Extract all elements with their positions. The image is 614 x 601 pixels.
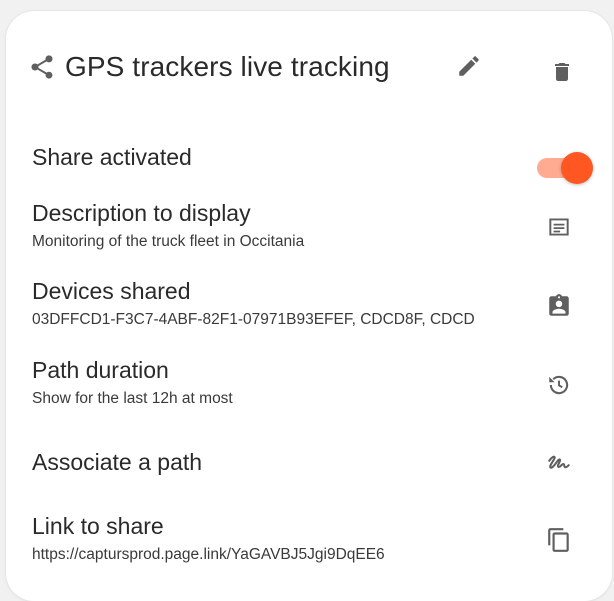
share-settings-card: GPS trackers live tracking Share activat…: [6, 11, 612, 601]
link-row[interactable]: Link to share https://captursprod.page.l…: [32, 513, 592, 564]
link-value: https://captursprod.page.link/YaGAVBJ5Jg…: [32, 546, 385, 563]
card-header: GPS trackers live tracking: [28, 45, 390, 89]
description-row[interactable]: Description to display Monitoring of the…: [32, 200, 592, 251]
path-duration-value: Show for the last 12h at most: [32, 390, 233, 407]
description-value: Monitoring of the truck fleet in Occitan…: [32, 233, 305, 250]
assignment-ind-icon[interactable]: [546, 293, 572, 319]
share-activated-label: Share activated: [32, 144, 192, 170]
trash-icon[interactable]: [550, 59, 574, 85]
subject-icon[interactable]: [546, 214, 572, 240]
gesture-icon[interactable]: [546, 450, 572, 476]
link-label: Link to share: [32, 513, 164, 539]
devices-row[interactable]: Devices shared 03DFFCD1-F3C7-4ABF-82F1-0…: [32, 278, 592, 329]
devices-value: 03DFFCD1-F3C7-4ABF-82F1-07971B93EFEF, CD…: [32, 311, 475, 328]
devices-label: Devices shared: [32, 278, 191, 304]
share-activated-row: Share activated: [32, 144, 592, 171]
associate-path-label: Associate a path: [32, 449, 203, 475]
history-icon[interactable]: [546, 372, 572, 398]
toggle-thumb: [561, 152, 593, 184]
path-duration-label: Path duration: [32, 357, 169, 383]
associate-path-row[interactable]: Associate a path: [32, 449, 592, 476]
pencil-icon[interactable]: [456, 53, 482, 79]
path-duration-row[interactable]: Path duration Show for the last 12h at m…: [32, 357, 592, 408]
copy-icon[interactable]: [546, 527, 572, 553]
share-icon: [28, 53, 56, 81]
page-title: GPS trackers live tracking: [65, 51, 390, 82]
share-toggle[interactable]: [537, 152, 593, 184]
description-label: Description to display: [32, 200, 251, 226]
